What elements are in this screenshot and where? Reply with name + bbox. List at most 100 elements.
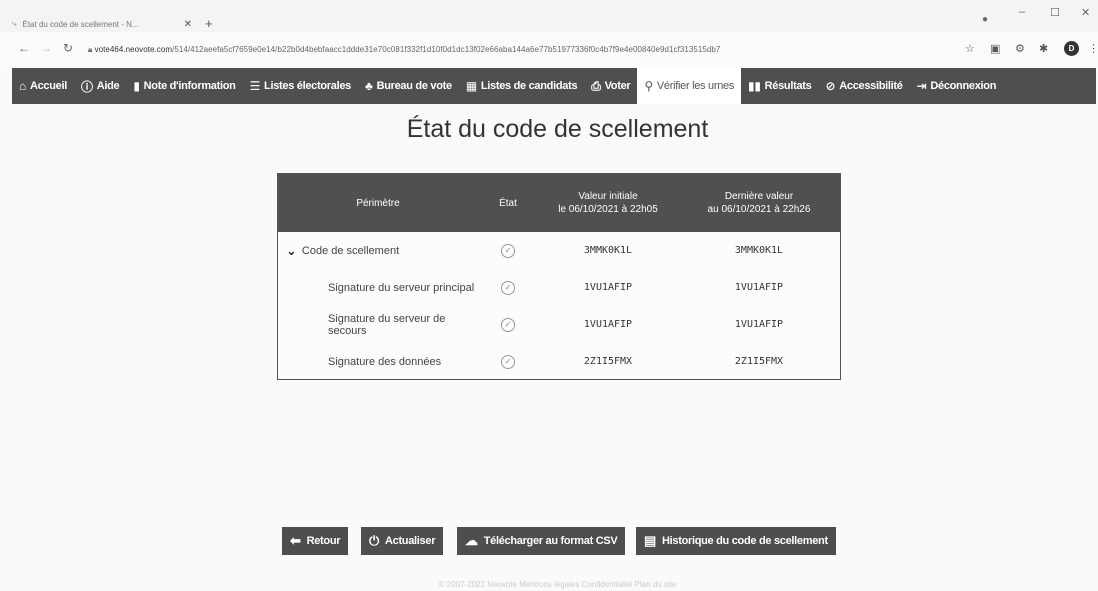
row-initial-value: 1VU1AFIP: [583, 282, 633, 293]
nav-label: Listes de candidats: [480, 80, 578, 92]
nav-listes-candidats[interactable]: ▦ Listes de candidats: [459, 68, 584, 104]
row-perimetre: Signature des données: [328, 355, 442, 368]
puzzle-icon[interactable]: ✱: [1039, 42, 1048, 55]
url-field[interactable]: 🔒︎ vote464.neovote.com/514/412aeefa5cf76…: [88, 45, 918, 55]
url-host: vote464.neovote.com: [94, 45, 173, 54]
nav-bureau-de-vote[interactable]: ♣ Bureau de vote: [358, 68, 459, 104]
table-row: Signature du serveur principal ✓ 1VU1AFI…: [278, 269, 840, 306]
download-button-label: Télécharger au format CSV: [483, 535, 618, 547]
header-last: Dernière valeur au 06/10/2021 à 22h26: [678, 190, 840, 216]
header-etat: État: [499, 197, 517, 209]
refresh-button[interactable]: ⏻ Actualiser: [361, 527, 444, 555]
extension-gear-icon[interactable]: ⚙: [1015, 42, 1025, 55]
row-initial-value: 1VU1AFIP: [583, 319, 633, 330]
seal-code-table: Périmètre État Valeur initiale le 06/10/…: [277, 173, 841, 380]
profile-avatar[interactable]: D: [1064, 41, 1079, 56]
row-last-value: 2Z1I5FMX: [734, 356, 784, 367]
row-initial-value: 2Z1I5FMX: [583, 356, 633, 367]
check-circle-icon: ✓: [501, 317, 515, 332]
header-initial-line2: le 06/10/2021 à 22h05: [558, 204, 658, 215]
favicon-icon: ⤷: [12, 19, 17, 28]
close-tab-icon[interactable]: ✕: [184, 19, 192, 30]
nav-accueil[interactable]: ⌂ Accueil: [12, 68, 74, 104]
lock-icon: 🔒︎: [88, 45, 95, 54]
header-initial-line1: Valeur initiale: [578, 191, 638, 202]
history-button-label: Historique du code de scellement: [661, 535, 828, 547]
back-arrow-icon[interactable]: ←: [18, 41, 30, 55]
nav-label: Accueil: [29, 80, 67, 92]
back-button[interactable]: ⬅ Retour: [282, 527, 349, 555]
close-window-icon[interactable]: ✕: [1081, 6, 1090, 19]
browser-tab[interactable]: ⤷ État du code de scellement - N... ✕: [12, 16, 192, 32]
maximize-icon[interactable]: ☐: [1050, 6, 1060, 19]
row-label: Code de scellement: [301, 244, 400, 257]
header-initial: Valeur initiale le 06/10/2021 à 22h05: [538, 190, 678, 216]
list-document-icon: ▤: [644, 533, 656, 548]
help-icon: ⓘ: [80, 79, 93, 94]
arrow-left-icon: ⬅: [290, 533, 301, 548]
url-path: /514/412aeefa5cf7659e0e14/b22b0d4bebfaac…: [172, 45, 721, 54]
nav-resultats[interactable]: ▮▮ Résultats: [741, 68, 818, 104]
row-perimetre: ⌄ Code de scellement: [278, 243, 478, 259]
minimize-icon[interactable]: –: [1019, 6, 1025, 18]
verify-icon: ⚲: [644, 79, 653, 93]
row-initial-value: 3MMK0K1L: [583, 245, 633, 256]
nav-voter[interactable]: ⎙ Voter: [584, 68, 637, 104]
nav-label: Résultats: [764, 80, 812, 92]
page-title: État du code de scellement: [406, 115, 709, 143]
nav-label: Voter: [604, 80, 631, 92]
history-button[interactable]: ▤ Historique du code de scellement: [636, 527, 836, 555]
row-etat: ✓: [478, 354, 538, 369]
row-last-value: 1VU1AFIP: [734, 319, 784, 330]
nav-verifier-urnes[interactable]: ⚲ Vérifier les urnes: [637, 68, 742, 104]
row-etat: ✓: [478, 317, 538, 332]
list-icon: ☰: [249, 79, 261, 93]
power-refresh-icon: ⏻: [369, 533, 379, 548]
cloud-download-icon: ☁: [465, 533, 478, 548]
table-row: Signature du serveur de secours ✓ 1VU1AF…: [278, 306, 840, 343]
menu-dots-icon[interactable]: ⋮: [1088, 42, 1098, 55]
nav-label: Aide: [96, 80, 120, 92]
row-etat: ✓: [478, 280, 538, 295]
browser-tab-title: État du code de scellement - N...: [22, 19, 139, 29]
page-footer: © 2007-2021 Neovote Mentions légales Con…: [438, 580, 677, 589]
logout-icon: ⇥: [916, 79, 927, 93]
table-row: Signature des données ✓ 2Z1I5FMX 2Z1I5FM…: [278, 343, 840, 380]
nav-label: Listes électorales: [264, 80, 351, 92]
nav-listes-electorales[interactable]: ☰ Listes électorales: [243, 68, 358, 104]
nav-label: Note d'information: [143, 80, 236, 92]
check-circle-icon: ✓: [501, 243, 515, 258]
refresh-button-label: Actualiser: [384, 535, 436, 547]
back-button-label: Retour: [306, 535, 341, 547]
nav-label: Accessibilité: [839, 80, 903, 92]
table-header: Périmètre État Valeur initiale le 06/10/…: [278, 174, 840, 232]
nav-aide[interactable]: ⓘ Aide: [74, 68, 126, 104]
header-last-line2: au 06/10/2021 à 22h26: [707, 204, 811, 215]
browser-tab-bar: ⤷ État du code de scellement - N... ✕ + …: [0, 0, 1098, 32]
nav-note-information[interactable]: ▮ Note d'information: [126, 68, 242, 104]
nav-accessibilite[interactable]: ⊘ Accessibilité: [818, 68, 909, 104]
eye-slash-icon: ⊘: [825, 79, 836, 93]
new-tab-icon[interactable]: +: [205, 17, 213, 30]
nav-deconnexion[interactable]: ⇥ Déconnexion: [910, 68, 1004, 104]
download-csv-button[interactable]: ☁ Télécharger au format CSV: [457, 527, 626, 555]
header-perimetre: Périmètre: [356, 197, 400, 209]
main-navbar: ⌂ Accueil ⓘ Aide ▮ Note d'information ☰ …: [12, 68, 1096, 104]
forward-arrow-icon[interactable]: →: [40, 41, 52, 55]
table-row[interactable]: ⌄ Code de scellement ✓ 3MMK0K1L 3MMK0K1L: [278, 232, 840, 269]
document-icon: ▮: [133, 79, 140, 93]
chart-icon: ▮▮: [748, 79, 761, 93]
nav-label: Bureau de vote: [376, 80, 453, 92]
header-last-line1: Dernière valeur: [724, 191, 794, 202]
row-perimetre: Signature du serveur principal: [328, 281, 475, 294]
check-circle-icon: ✓: [501, 280, 515, 295]
vote-icon: ⎙: [591, 78, 601, 93]
extension-shield-icon[interactable]: ▣: [990, 42, 1000, 55]
star-icon[interactable]: ☆: [965, 42, 975, 55]
home-icon: ⌂: [19, 79, 26, 93]
users-icon: ♣: [364, 79, 373, 93]
row-perimetre: Signature du serveur de secours: [328, 312, 446, 337]
reload-icon[interactable]: ↻: [63, 41, 73, 55]
record-icon[interactable]: ●: [982, 14, 988, 25]
chevron-down-icon[interactable]: ⌄: [286, 243, 297, 259]
